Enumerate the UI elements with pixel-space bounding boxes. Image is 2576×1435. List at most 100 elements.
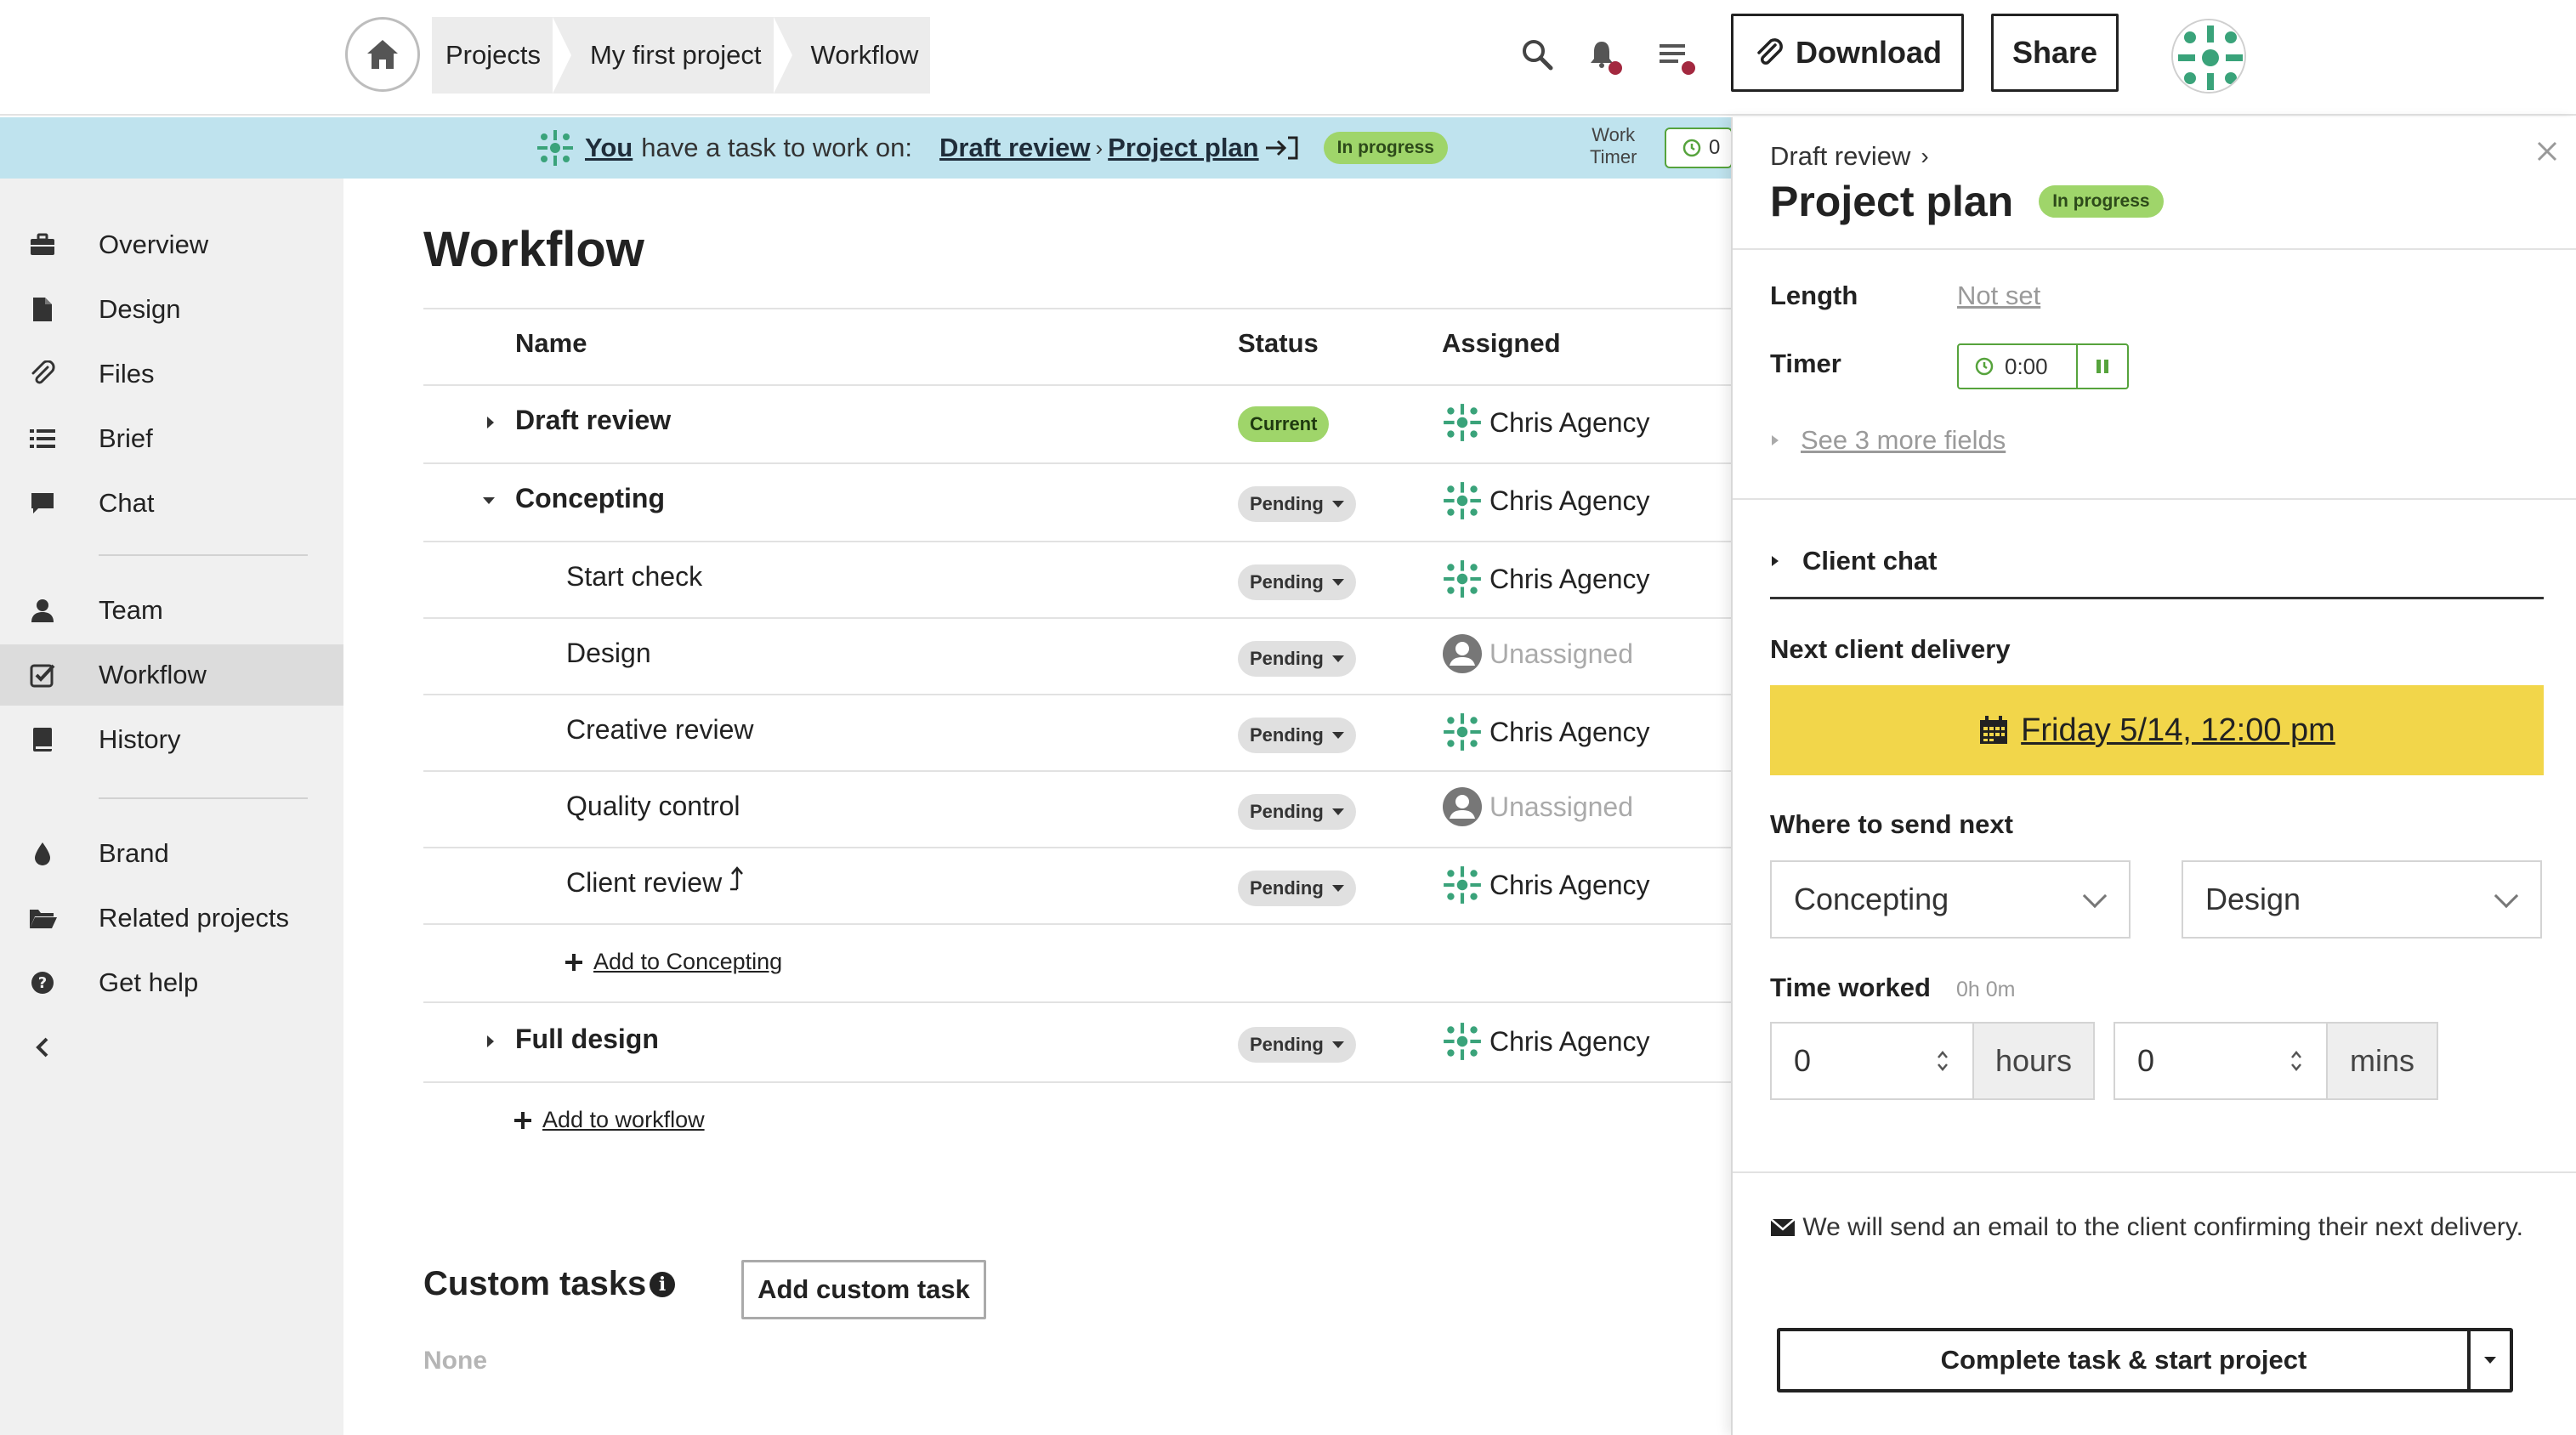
timer-pause-button[interactable]	[2078, 345, 2127, 388]
list-icon	[27, 423, 58, 454]
assignee[interactable]: Unassigned	[1442, 786, 1633, 828]
task-name[interactable]: Start check	[566, 561, 702, 593]
email-note: We will send an email to the client conf…	[1770, 1204, 2535, 1251]
sidebar-item-overview[interactable]: Overview	[0, 214, 343, 275]
task-name[interactable]: Design	[566, 638, 651, 669]
sidebar-item-design[interactable]: Design	[0, 279, 343, 340]
timer-display[interactable]: 0:00	[1959, 345, 2078, 388]
status-dropdown[interactable]: Pending	[1238, 871, 1356, 906]
caret-down-icon[interactable]	[481, 495, 496, 507]
clock-icon	[1975, 357, 1994, 376]
work-timer-label-line: Work	[1592, 124, 1636, 145]
sidebar-item-label: Related projects	[99, 903, 290, 933]
user-avatar[interactable]	[2171, 19, 2246, 94]
sidebar-item-history[interactable]: History	[0, 709, 343, 770]
sidebar-item-brief[interactable]: Brief	[0, 408, 343, 469]
assignee[interactable]: Chris Agency	[1442, 479, 1650, 522]
search-icon	[1523, 40, 1553, 71]
status-dropdown[interactable]: Pending	[1238, 564, 1356, 600]
sidebar-item-workflow[interactable]: Workflow	[0, 644, 343, 706]
panel-breadcrumb[interactable]: Draft review ›	[1770, 141, 1929, 172]
next-task-select[interactable]: Design	[2182, 860, 2542, 939]
stepper-icon[interactable]	[1932, 1048, 1954, 1074]
task-name[interactable]: Creative review	[566, 714, 754, 746]
next-stage-select[interactable]: Concepting	[1770, 860, 2131, 939]
next-task-value: Design	[2205, 882, 2301, 916]
sidebar-collapse-button[interactable]	[0, 1017, 85, 1078]
task-name[interactable]: Client review	[566, 865, 746, 899]
hours-value: 0	[1794, 1043, 1812, 1078]
status-label: Pending	[1250, 1034, 1324, 1055]
assignee[interactable]: Chris Agency	[1442, 558, 1650, 600]
assignee[interactable]: Chris Agency	[1442, 1020, 1650, 1063]
sidebar-item-team[interactable]: Team	[0, 580, 343, 641]
client-chat-toggle[interactable]: Client chat	[1770, 546, 1937, 576]
sidebar-item-files[interactable]: Files	[0, 343, 343, 405]
close-button[interactable]	[2535, 139, 2559, 167]
complete-task-menu-button[interactable]	[2467, 1331, 2510, 1389]
agency-avatar-icon	[537, 130, 573, 166]
custom-tasks-title: Custom tasks	[423, 1265, 647, 1302]
next-delivery-button[interactable]: Friday 5/14, 12:00 pm	[1770, 685, 2544, 775]
status-dropdown[interactable]: Pending	[1238, 641, 1356, 677]
search-button[interactable]	[1517, 34, 1558, 75]
task-name[interactable]: Draft review	[515, 405, 671, 436]
breadcrumb-my-first-project[interactable]: My first project	[552, 17, 774, 94]
sidebar-item-label: Workflow	[99, 660, 207, 689]
share-button[interactable]: Share	[1991, 14, 2119, 92]
banner-you-link[interactable]: You	[585, 133, 633, 163]
info-icon[interactable]: i	[650, 1272, 675, 1297]
status-dropdown[interactable]: Pending	[1238, 718, 1356, 753]
complete-task-button[interactable]: Complete task & start project	[1780, 1345, 2467, 1375]
banner-task-parent-link[interactable]: Draft review	[939, 133, 1090, 163]
status-dropdown[interactable]: Pending	[1238, 486, 1356, 522]
notifications-button[interactable]	[1581, 34, 1622, 75]
work-timer-button[interactable]: 0	[1665, 128, 1733, 168]
sidebar-divider	[99, 554, 308, 556]
assignee[interactable]: Chris Agency	[1442, 401, 1650, 444]
task-name[interactable]: Full design	[515, 1024, 659, 1055]
assignee[interactable]: Chris Agency	[1442, 711, 1650, 753]
breadcrumb-projects[interactable]: Projects	[432, 17, 553, 94]
briefcase-icon	[27, 230, 58, 260]
assignee-name: Chris Agency	[1489, 406, 1650, 438]
status-dropdown[interactable]: Pending	[1238, 794, 1356, 830]
home-button[interactable]	[345, 17, 420, 92]
breadcrumb-workflow[interactable]: Workflow	[773, 17, 931, 94]
caret-right-icon	[1772, 556, 1779, 566]
caret-right-icon[interactable]	[485, 415, 496, 430]
mins-value: 0	[2137, 1043, 2155, 1078]
assignee-name: Chris Agency	[1489, 716, 1650, 747]
triangle-down-icon	[1331, 1041, 1344, 1048]
status-dropdown[interactable]: Pending	[1238, 1027, 1356, 1063]
caret-right-icon[interactable]	[485, 1034, 496, 1049]
task-name[interactable]: Concepting	[515, 483, 665, 514]
mins-unit: mins	[2328, 1022, 2438, 1100]
add-to-concepting-link[interactable]: Add to Concepting	[565, 949, 782, 975]
add-to-workflow-link[interactable]: Add to workflow	[513, 1107, 705, 1133]
download-button[interactable]: Download	[1731, 14, 1964, 92]
panel-parent-link[interactable]: Draft review	[1770, 141, 1910, 172]
pause-icon	[2097, 360, 2108, 373]
mins-input[interactable]: 0	[2114, 1022, 2328, 1100]
folder-icon	[27, 903, 58, 933]
add-custom-task-button[interactable]: Add custom task	[741, 1260, 986, 1319]
sidebar-item-chat[interactable]: Chat	[0, 473, 343, 534]
chevron-left-icon	[27, 1032, 58, 1063]
hours-input[interactable]: 0	[1770, 1022, 1974, 1100]
assignee[interactable]: Chris Agency	[1442, 864, 1650, 906]
sidebar-item-get-help[interactable]: ? Get help	[0, 952, 343, 1013]
breadcrumb-separator	[552, 17, 571, 94]
task-name[interactable]: Quality control	[566, 791, 740, 822]
time-worked-row: Time worked 0h 0m	[1770, 973, 2015, 1003]
sidebar-item-brand[interactable]: Brand	[0, 823, 343, 884]
task-list-button[interactable]	[1653, 34, 1695, 75]
assignee[interactable]: Unassigned	[1442, 632, 1633, 675]
sidebar-item-related-projects[interactable]: Related projects	[0, 888, 343, 949]
stepper-icon[interactable]	[2285, 1048, 2307, 1074]
more-fields-toggle[interactable]: See 3 more fields	[1770, 425, 2006, 456]
assignee-name: Chris Agency	[1489, 1025, 1650, 1057]
length-value-link[interactable]: Not set	[1957, 281, 2040, 311]
banner-task-link[interactable]: Project plan	[1108, 133, 1258, 163]
sidebar-item-label: Team	[99, 595, 163, 625]
